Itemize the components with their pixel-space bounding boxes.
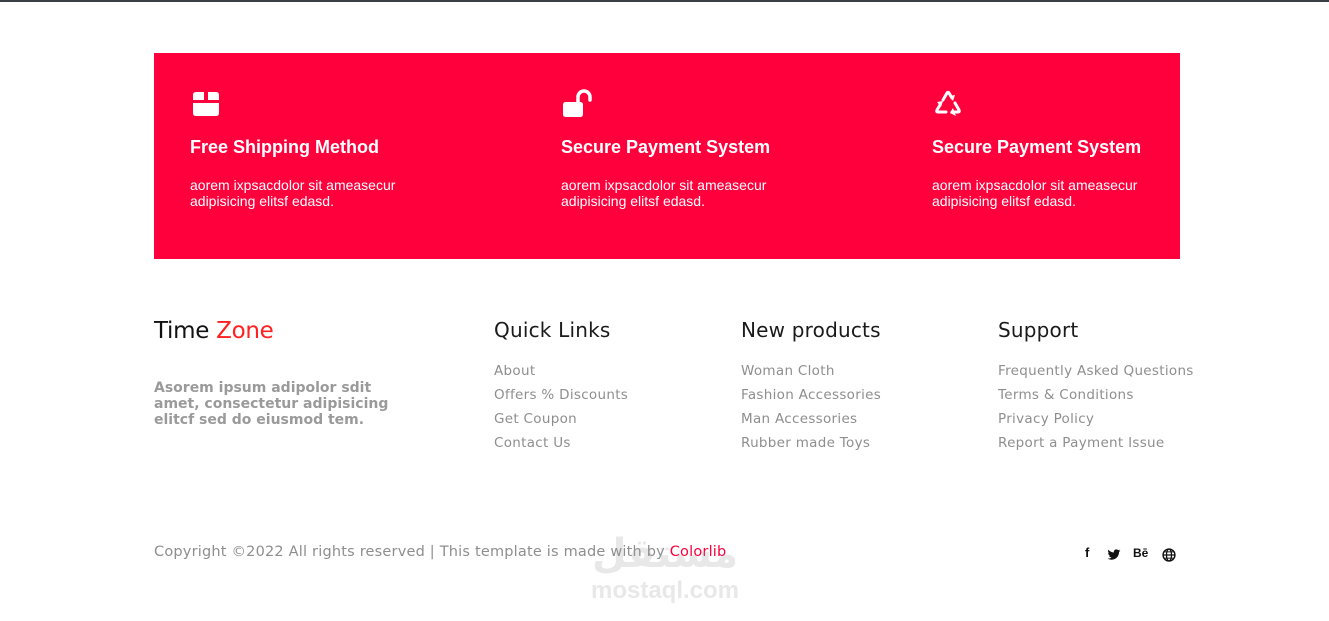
- unlock-icon: [563, 89, 592, 117]
- footer-about-text: Asorem ipsum adipolor sdit amet, consect…: [154, 380, 389, 428]
- box-icon: [193, 92, 219, 116]
- footer-link-woman-cloth[interactable]: Woman Cloth: [741, 359, 881, 383]
- footer-link-report-issue[interactable]: Report a Payment Issue: [998, 431, 1194, 455]
- footer-link-about[interactable]: About: [494, 359, 628, 383]
- footer-column-quick-links: Quick Links About Offers % Discounts Get…: [494, 318, 628, 451]
- column-heading: Support: [998, 318, 1079, 342]
- footer-link-faq[interactable]: Frequently Asked Questions: [998, 359, 1194, 383]
- footer-link-fashion-accessories[interactable]: Fashion Accessories: [741, 383, 881, 407]
- recycle-icon: [935, 90, 961, 116]
- footer-link-contact[interactable]: Contact Us: [494, 431, 628, 455]
- footer-link-terms[interactable]: Terms & Conditions: [998, 383, 1194, 407]
- social-links: f Bē: [1080, 544, 1180, 562]
- footer-link-privacy[interactable]: Privacy Policy: [998, 407, 1194, 431]
- footer-column-new-products: New products Woman Cloth Fashion Accesso…: [741, 318, 881, 451]
- footer-column-support: Support Frequently Asked Questions Terms…: [998, 318, 1193, 451]
- feature-title: Secure Payment System: [561, 137, 771, 157]
- logo-accent-text: Zone: [216, 318, 274, 344]
- footer-link-rubber-toys[interactable]: Rubber made Toys: [741, 431, 881, 455]
- column-heading: Quick Links: [494, 318, 611, 342]
- watermark-latin: mostaql.com: [590, 577, 740, 604]
- feature-title: Free Shipping Method: [190, 137, 379, 157]
- feature-description: aorem ixpsacdolor sit ameasecur adipisic…: [561, 177, 767, 209]
- column-heading: New products: [741, 318, 881, 342]
- feature-title: Secure Payment System: [932, 137, 1142, 157]
- watermark-arabic: مستقل: [591, 531, 739, 577]
- footer-link-coupon[interactable]: Get Coupon: [494, 407, 628, 431]
- watermark-logo: مستقل mostaql.com: [584, 530, 746, 610]
- footer-link-man-accessories[interactable]: Man Accessories: [741, 407, 881, 431]
- feature-description: aorem ixpsacdolor sit ameasecur adipisic…: [932, 177, 1138, 209]
- logo-text: Time: [154, 318, 210, 344]
- site-logo[interactable]: Time Zone: [154, 318, 274, 344]
- feature-description: aorem ixpsacdolor sit ameasecur adipisic…: [190, 177, 396, 209]
- behance-icon[interactable]: Bē: [1133, 544, 1148, 562]
- top-border: [0, 0, 1329, 2]
- facebook-icon[interactable]: f: [1085, 544, 1089, 562]
- twitter-icon[interactable]: [1107, 546, 1121, 564]
- globe-icon[interactable]: [1162, 546, 1176, 564]
- features-banner: Free Shipping Method aorem ixpsacdolor s…: [154, 53, 1180, 259]
- footer-link-offers[interactable]: Offers % Discounts: [494, 383, 628, 407]
